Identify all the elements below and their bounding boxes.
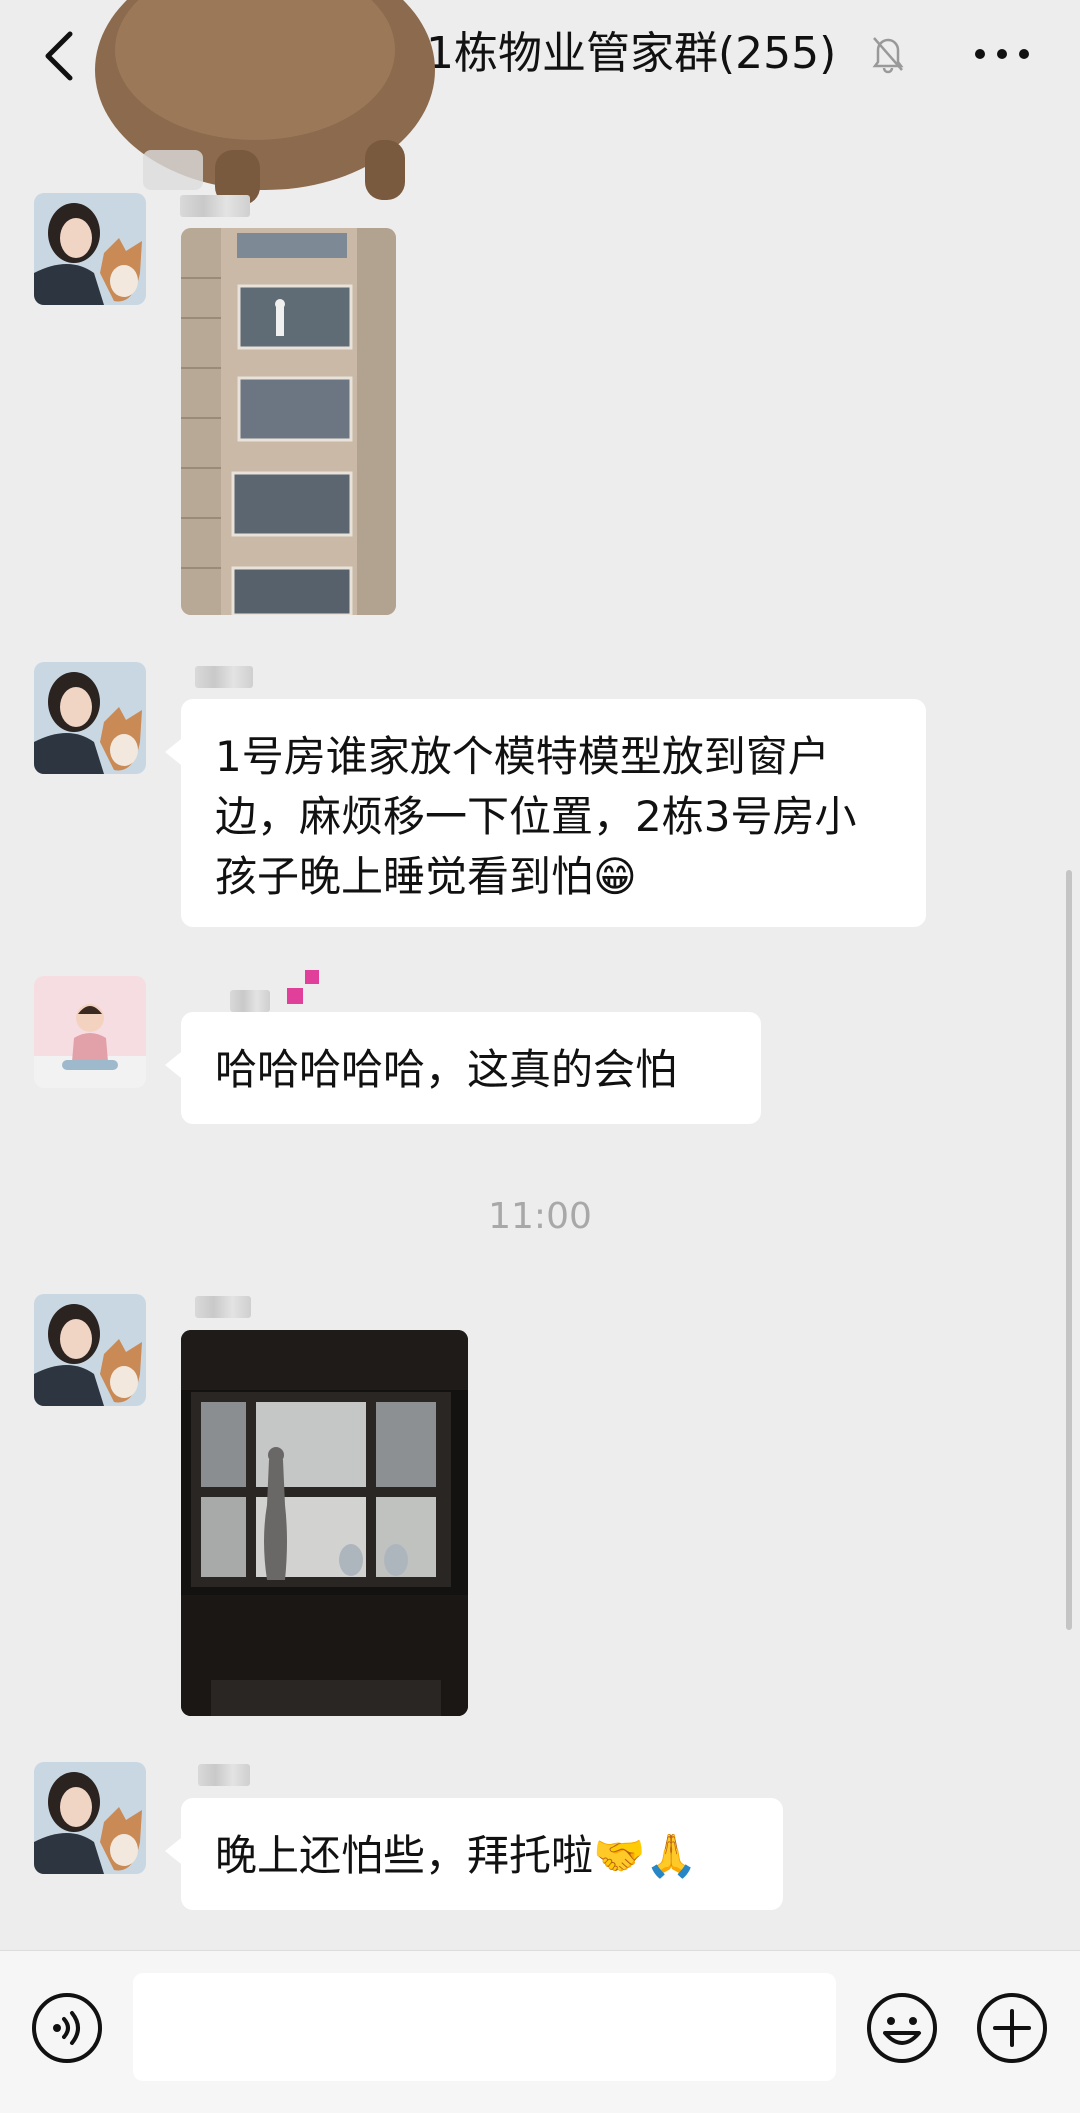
message-text: 哈哈哈哈哈，这真的会怕 [215, 1045, 678, 1094]
woman-with-dog-avatar[interactable] [34, 1762, 146, 1874]
voice-input-icon[interactable] [30, 1991, 104, 2065]
emoji-face-icon[interactable] [865, 1991, 939, 2065]
input-bar [0, 1950, 1080, 2113]
back-chevron-icon[interactable] [40, 28, 80, 84]
sender-name-blurred [230, 990, 270, 1012]
woman-with-dog-avatar[interactable] [34, 193, 146, 305]
child-avatar[interactable] [34, 976, 146, 1088]
sender-name-blurred [195, 666, 253, 688]
building-facade-photo[interactable] [181, 228, 396, 615]
message-bubble[interactable]: 晚上还怕些，拜托啦🤝🙏 [165, 1798, 783, 1910]
woman-with-dog-avatar[interactable] [34, 1294, 146, 1406]
sender-name-blurred [180, 195, 250, 217]
chat-title: 1栋物业管家群(255) [426, 28, 837, 79]
pink-pixel-mark [287, 970, 319, 1004]
plus-circle-icon[interactable] [975, 1991, 1049, 2065]
sender-name-blurred [198, 1764, 250, 1786]
message-bubble[interactable]: 哈哈哈哈哈，这真的会怕 [165, 1012, 761, 1124]
chat-timestamp: 11:00 [488, 1196, 592, 1237]
woman-with-dog-avatar[interactable] [34, 662, 146, 774]
message-text: 1号房谁家放个模特模型放到窗户边，麻烦移一下位置，2栋3号房小孩子晚上睡觉看到怕… [215, 732, 857, 901]
sender-name-blurred [195, 1296, 251, 1318]
night-window-photo[interactable] [181, 1330, 468, 1716]
message-bubble[interactable]: 1号房谁家放个模特模型放到窗户边，麻烦移一下位置，2栋3号房小孩子晚上睡觉看到怕… [165, 699, 926, 927]
capybara-sticker [95, 0, 435, 205]
more-dots-icon[interactable] [972, 42, 1032, 66]
message-input[interactable] [133, 1973, 836, 2081]
bell-off-icon [872, 37, 904, 74]
message-text: 晚上还怕些，拜托啦🤝🙏 [215, 1831, 698, 1880]
scrollbar[interactable] [1066, 870, 1072, 1630]
